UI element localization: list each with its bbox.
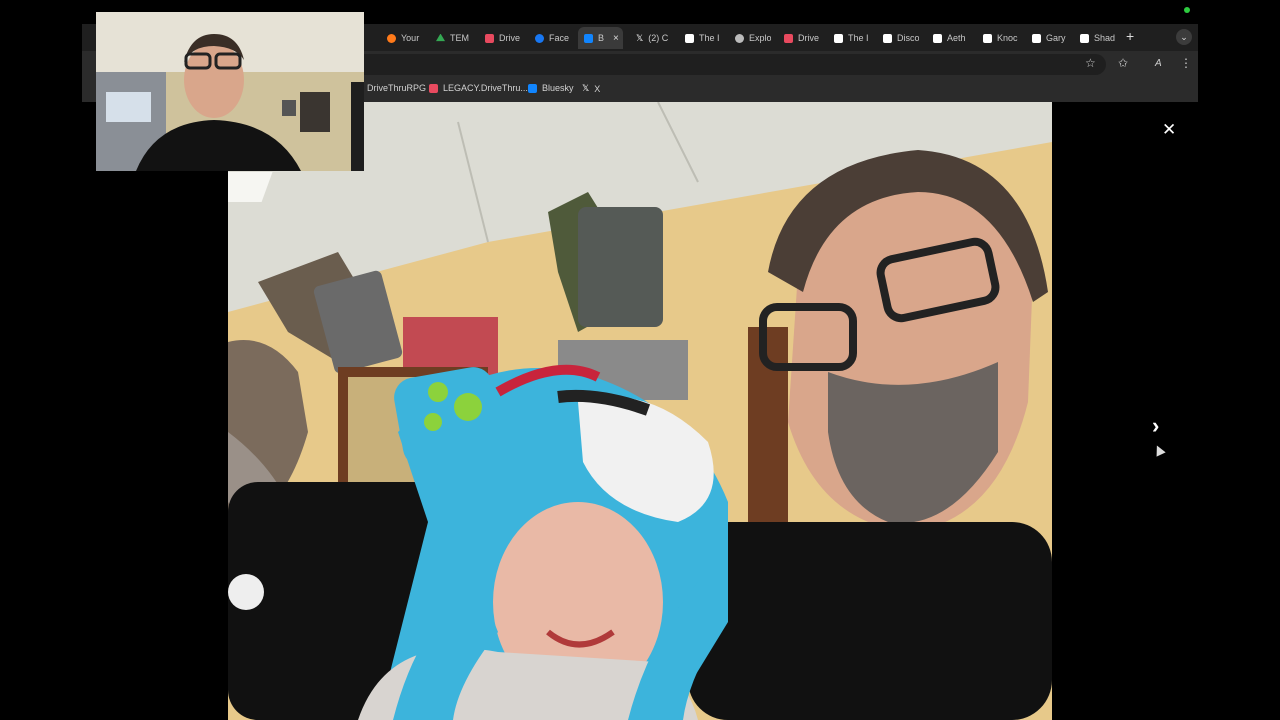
x-icon: 𝕏 — [582, 83, 590, 93]
bookmark-label: X — [594, 83, 601, 94]
tab-label: Knoc — [997, 33, 1018, 43]
bluesky-icon — [584, 33, 593, 43]
browser-menu-icon[interactable]: ⋮ — [1180, 56, 1192, 70]
bookmark-bluesky[interactable]: Bluesky — [528, 83, 574, 93]
next-image-icon[interactable]: › — [1152, 413, 1159, 439]
tab-label: Face — [549, 33, 570, 43]
profile-icon[interactable]: A — [1155, 58, 1162, 69]
facebook-icon — [535, 33, 544, 43]
drivethru-icon — [429, 83, 438, 93]
tab-label: Your — [401, 33, 420, 43]
page-icon — [933, 33, 942, 43]
bookmark-x[interactable]: 𝕏X — [582, 83, 600, 94]
tab-12[interactable]: Disco — [883, 27, 919, 49]
tab-label: Aeth — [947, 33, 966, 43]
bookmark-star-icon[interactable]: ☆ — [1085, 56, 1096, 70]
tab-9[interactable]: Explo — [735, 27, 771, 49]
tab-8[interactable]: The I — [685, 27, 719, 49]
selfie-photo — [228, 102, 1052, 720]
tab-label: B — [598, 33, 605, 43]
tab-13[interactable]: Aeth — [933, 27, 969, 49]
tab-15[interactable]: Gary — [1032, 27, 1068, 49]
tab-7[interactable]: 𝕏 (2) C — [636, 27, 676, 49]
extensions-icon[interactable]: ✩ — [1118, 56, 1128, 70]
page-icon — [883, 33, 892, 43]
tab-5[interactable]: Face — [535, 27, 575, 49]
webcam-overlay — [96, 12, 364, 171]
page-icon — [685, 33, 694, 43]
tab-6-active[interactable]: B × — [578, 27, 623, 49]
mouse-cursor-icon — [1152, 443, 1166, 457]
page-icon — [1080, 33, 1089, 43]
bookmark-label: LEGACY.DriveThru... — [443, 83, 528, 93]
bookmark-legacy-drivethru[interactable]: LEGACY.DriveThru... — [429, 83, 528, 93]
tab-4[interactable]: Drive — [485, 27, 527, 49]
tab-label: Gary — [1046, 33, 1066, 43]
x-icon: 𝕏 — [636, 32, 644, 43]
bookmark-label: DriveThruRPG — [367, 83, 427, 93]
tab-14[interactable]: Knoc — [983, 27, 1019, 49]
tab-3[interactable]: TEM — [436, 27, 476, 49]
tab-label: The I — [848, 33, 868, 43]
page-icon — [1032, 33, 1041, 43]
tab-label: The I — [699, 33, 719, 43]
tab-10[interactable]: Drive — [784, 27, 822, 49]
page-icon — [834, 33, 843, 43]
recording-indicator-icon — [1184, 7, 1190, 13]
tab-label: Shad — [1094, 33, 1116, 43]
tab-11[interactable]: The I — [834, 27, 868, 49]
tab-label: TEM — [450, 33, 469, 43]
bookmark-drivethrurpg[interactable]: DriveThruRPG — [367, 83, 426, 93]
image-viewer: ✕ › — [82, 102, 1198, 720]
youtube-studio-icon — [387, 33, 396, 43]
close-tab-icon[interactable]: × — [613, 33, 619, 44]
tab-label: (2) C — [648, 33, 669, 43]
new-tab-button[interactable]: + — [1126, 28, 1134, 44]
page-icon — [983, 33, 992, 43]
tab-label: Drive — [499, 33, 521, 43]
tab-label: Drive — [798, 33, 820, 43]
tab-2[interactable]: Your — [387, 27, 429, 49]
bookmark-label: Bluesky — [542, 83, 574, 93]
google-drive-icon — [436, 33, 445, 42]
tab-search-button[interactable]: ⌄ — [1176, 29, 1192, 45]
drivethru-icon — [784, 33, 793, 43]
drivethru-icon — [485, 33, 494, 43]
tab-label: Explo — [749, 33, 771, 43]
tab-16[interactable]: Shad — [1080, 27, 1116, 49]
bluesky-icon — [528, 83, 537, 93]
close-viewer-icon[interactable]: ✕ — [1162, 120, 1176, 140]
explore-icon — [735, 33, 744, 43]
tab-label: Disco — [897, 33, 919, 43]
